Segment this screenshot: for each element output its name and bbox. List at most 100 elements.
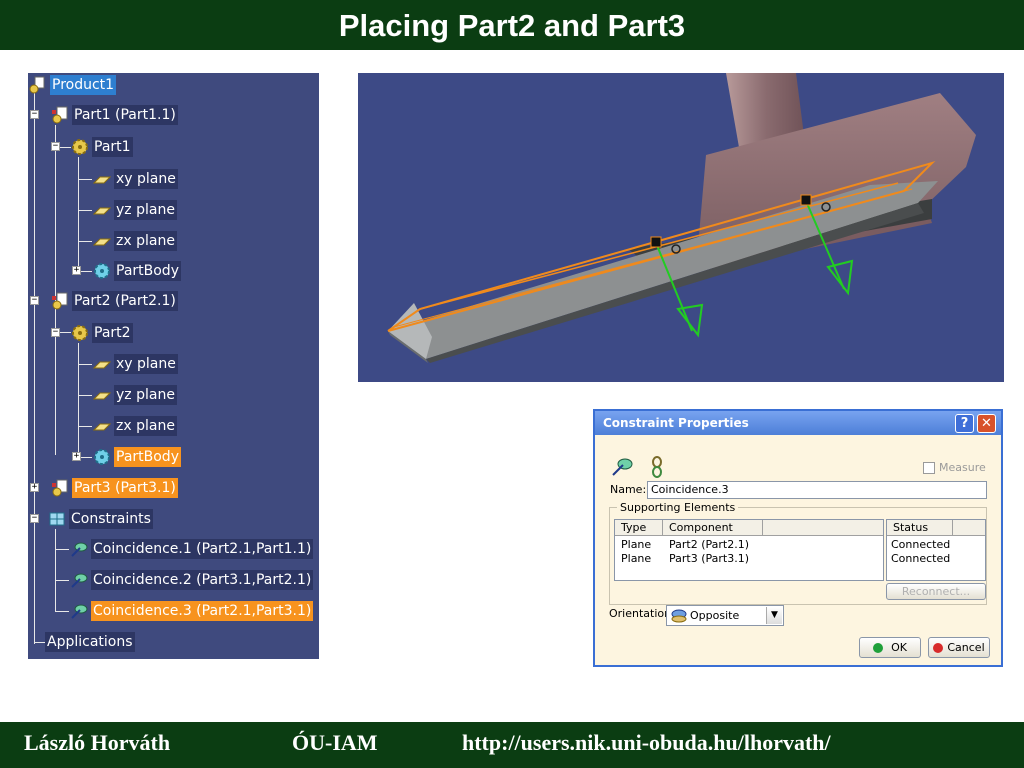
3d-viewport[interactable] xyxy=(358,73,1004,382)
footer-author: László Horváth xyxy=(24,730,171,755)
tree-node-part2-yz-plane[interactable]: yz plane xyxy=(93,384,177,406)
tree-node-part2[interactable]: Part2 xyxy=(71,322,133,344)
expand-toggle-part2-body[interactable]: + xyxy=(72,452,81,461)
tree-node-part1-xy-plane[interactable]: xy plane xyxy=(93,168,178,190)
orientation-value: Opposite xyxy=(690,609,740,622)
column-header-blank xyxy=(763,520,883,536)
partbody-gear-icon xyxy=(94,449,110,465)
tree-node-part1-instance[interactable]: Part1 (Part1.1) xyxy=(51,104,178,126)
ok-button[interactable]: OK xyxy=(859,637,921,658)
column-header-status-blank xyxy=(953,520,985,536)
row-2-type[interactable]: Plane xyxy=(621,552,651,566)
component-icon xyxy=(52,479,68,497)
coincidence-icon xyxy=(71,542,88,557)
collapse-toggle-part2-instance[interactable]: − xyxy=(30,296,39,305)
coincidence-icon xyxy=(612,458,633,476)
part-gear-icon xyxy=(72,139,88,155)
tree-label-part2-yz: yz plane xyxy=(114,385,177,405)
tree-node-part2-zx-plane[interactable]: zx plane xyxy=(93,415,177,437)
collapse-toggle-part1-instance[interactable]: − xyxy=(30,110,39,119)
measure-checkbox[interactable] xyxy=(923,461,935,474)
specification-tree[interactable]: Product1 − Part1 (Part1.1) − Part1 xy pl… xyxy=(28,73,319,659)
plane-icon xyxy=(93,207,111,215)
slide-title-bar: Placing Part2 and Part3 xyxy=(0,0,1024,50)
measure-option[interactable]: Measure xyxy=(923,461,986,474)
tree-node-part3-instance[interactable]: Part3 (Part3.1) xyxy=(51,477,178,499)
slide-title: Placing Part2 and Part3 xyxy=(338,8,686,43)
tree-label-product: Product1 xyxy=(50,75,117,95)
tree-label-part1: Part1 xyxy=(92,137,133,157)
expand-toggle-part3-instance[interactable]: + xyxy=(30,483,39,492)
tree-label-part2-instance: Part2 (Part2.1) xyxy=(72,291,178,311)
tree-node-part2-body[interactable]: PartBody xyxy=(93,446,181,468)
tree-node-coincidence-2[interactable]: Coincidence.2 (Part3.1,Part2.1) xyxy=(70,569,314,591)
coincidence-icon xyxy=(71,573,88,588)
name-field[interactable]: Coincidence.3 xyxy=(647,481,987,499)
supporting-elements-label: Supporting Elements xyxy=(617,501,739,514)
tree-label-part1-instance: Part1 (Part1.1) xyxy=(72,105,178,125)
row-1-status: Connected xyxy=(891,538,951,551)
cancel-button[interactable]: Cancel xyxy=(928,637,990,658)
dialog-title: Constraint Properties xyxy=(603,416,749,430)
cancel-icon xyxy=(933,642,944,653)
tree-node-part1[interactable]: Part1 xyxy=(71,136,133,158)
dialog-title-bar[interactable]: Constraint Properties ? ✕ xyxy=(595,411,1001,435)
tree-node-coincidence-1[interactable]: Coincidence.1 (Part2.1,Part1.1) xyxy=(70,538,314,560)
cancel-label: Cancel xyxy=(947,641,985,654)
tree-label-part2-zx: zx plane xyxy=(114,416,177,436)
close-button[interactable]: ✕ xyxy=(977,414,996,433)
chevron-down-icon[interactable]: ▼ xyxy=(766,607,782,624)
row-1-component[interactable]: Part2 (Part2.1) xyxy=(669,538,749,552)
orientation-select[interactable]: Opposite ▼ xyxy=(666,605,784,626)
plane-icon xyxy=(93,238,111,246)
footer-institution: ÓU-IAM xyxy=(292,730,378,755)
column-header-type[interactable]: Type xyxy=(615,520,663,536)
tree-node-part1-yz-plane[interactable]: yz plane xyxy=(93,199,177,221)
tree-label-part2-xy: xy plane xyxy=(114,354,178,374)
footer-url[interactable]: http://users.nik.uni-obuda.hu/lhorvath/ xyxy=(462,730,831,756)
row-2-status: Connected xyxy=(891,552,951,565)
components-list[interactable]: Type Component Plane Part2 (Part2.1) Pla… xyxy=(614,519,884,581)
tree-node-part1-zx-plane[interactable]: zx plane xyxy=(93,230,177,252)
tree-node-part2-instance[interactable]: Part2 (Part2.1) xyxy=(51,290,178,312)
measure-label: Measure xyxy=(939,461,986,474)
status-list[interactable]: Status Connected Connected xyxy=(886,519,986,581)
tree-node-applications[interactable]: Applications xyxy=(45,631,135,653)
component-icon xyxy=(52,106,68,124)
tree-label-constraints: Constraints xyxy=(69,509,153,529)
constraints-icon xyxy=(49,512,65,526)
collapse-toggle-constraints[interactable]: − xyxy=(30,514,39,523)
partbody-gear-icon xyxy=(94,263,110,279)
column-header-status[interactable]: Status xyxy=(887,520,953,536)
help-button[interactable]: ? xyxy=(955,414,974,433)
expand-toggle-part1-body[interactable]: + xyxy=(72,266,81,275)
ok-label: OK xyxy=(891,641,907,654)
row-2-component[interactable]: Part3 (Part3.1) xyxy=(669,552,749,566)
column-header-component[interactable]: Component xyxy=(663,520,763,536)
tree-node-constraints[interactable]: Constraints xyxy=(48,508,153,530)
reconnect-button[interactable]: Reconnect... xyxy=(886,583,986,600)
tree-label-coincidence-1: Coincidence.1 (Part2.1,Part1.1) xyxy=(91,539,314,559)
plane-icon xyxy=(93,392,111,400)
orientation-icon xyxy=(671,609,687,622)
tree-label-coincidence-3: Coincidence.3 (Part2.1,Part3.1) xyxy=(91,601,314,621)
tree-label-part1-body: PartBody xyxy=(114,261,181,281)
name-value: Coincidence.3 xyxy=(651,483,729,496)
tree-label-coincidence-2: Coincidence.2 (Part3.1,Part2.1) xyxy=(91,570,314,590)
plane-icon xyxy=(93,361,111,369)
tree-node-coincidence-3[interactable]: Coincidence.3 (Part2.1,Part3.1) xyxy=(70,600,314,622)
name-label: Name: xyxy=(610,483,647,496)
tree-node-product[interactable]: Product1 xyxy=(29,74,117,96)
3d-scene xyxy=(387,73,976,363)
tree-node-part1-body[interactable]: PartBody xyxy=(93,260,181,282)
collapse-toggle-part1[interactable]: − xyxy=(51,142,60,151)
tree-label-part1-yz: yz plane xyxy=(114,200,177,220)
bar-part xyxy=(388,181,938,359)
row-1-type[interactable]: Plane xyxy=(621,538,651,552)
orientation-label: Orientation xyxy=(609,607,672,620)
coincidence-icon xyxy=(71,604,88,619)
tree-node-part2-xy-plane[interactable]: xy plane xyxy=(93,353,178,375)
constraint-properties-dialog: Constraint Properties ? ✕ Measure Name: … xyxy=(593,409,1003,667)
collapse-toggle-part2[interactable]: − xyxy=(51,328,60,337)
product-icon xyxy=(29,76,45,94)
